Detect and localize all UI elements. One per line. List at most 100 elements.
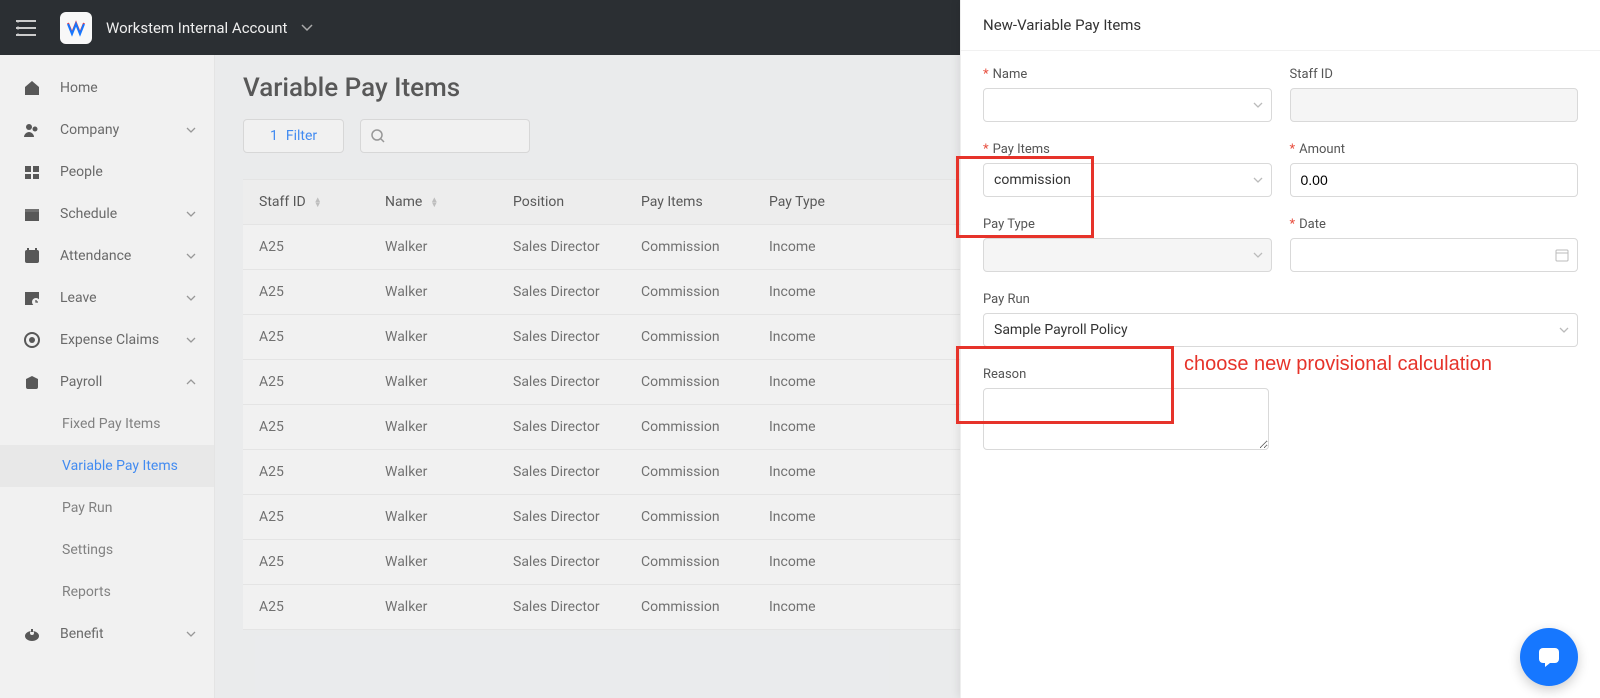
sidebar-subitem-variable-pay-items[interactable]: Variable Pay Items [0, 445, 214, 487]
cell-staff-id: A25 [243, 540, 369, 584]
chevron-down-icon [186, 295, 196, 301]
sidebar-subitem-label: Variable Pay Items [62, 458, 178, 474]
calendar-icon [1555, 248, 1569, 262]
cell-name: Walker [369, 225, 497, 269]
column-header-staff-id[interactable]: Staff ID▲▼ [243, 180, 369, 224]
sidebar-item-schedule[interactable]: Schedule [0, 193, 214, 235]
chevron-down-icon [186, 127, 196, 133]
menu-icon[interactable] [16, 20, 36, 36]
chevron-down-icon [186, 631, 196, 637]
search-input[interactable] [360, 119, 530, 153]
sidebar-subitem-fixed-pay-items[interactable]: Fixed Pay Items [0, 403, 214, 445]
pay-items-value: commission [994, 172, 1071, 188]
chevron-down-icon [186, 211, 196, 217]
search-field[interactable] [385, 129, 519, 144]
app-logo [60, 12, 92, 44]
cell-position: Sales Director [497, 495, 625, 539]
chevron-down-icon [1253, 252, 1263, 258]
sidebar-subitem-settings[interactable]: Settings [0, 529, 214, 571]
sort-icon: ▲▼ [430, 197, 438, 207]
cell-name: Walker [369, 540, 497, 584]
cell-staff-id: A25 [243, 315, 369, 359]
sidebar: Home Company People Schedule Attendance … [0, 55, 215, 698]
cell-position: Sales Director [497, 360, 625, 404]
sidebar-item-label: Home [60, 80, 214, 96]
cell-name: Walker [369, 450, 497, 494]
cell-name: Walker [369, 315, 497, 359]
company-icon [22, 121, 42, 139]
date-picker[interactable] [1290, 238, 1579, 272]
cell-staff-id: A25 [243, 270, 369, 314]
sidebar-subitem-reports[interactable]: Reports [0, 571, 214, 613]
chevron-down-icon[interactable] [301, 24, 313, 32]
name-select[interactable] [983, 88, 1272, 122]
cell-pay-item: Commission [625, 495, 753, 539]
chat-launcher[interactable] [1520, 628, 1578, 686]
field-label-date: Date [1299, 217, 1326, 232]
sidebar-item-benefit[interactable]: Benefit [0, 613, 214, 655]
sidebar-item-leave[interactable]: Leave [0, 277, 214, 319]
filter-label: Filter [286, 128, 317, 144]
cell-position: Sales Director [497, 585, 625, 629]
cell-position: Sales Director [497, 270, 625, 314]
chevron-down-icon [1559, 327, 1569, 333]
pay-items-select[interactable]: commission [983, 163, 1272, 197]
cell-pay-item: Commission [625, 315, 753, 359]
pay-type-select [983, 238, 1272, 272]
drawer-panel: New-Variable Pay Items *Name Staff ID *P… [960, 0, 1600, 698]
field-label-reason: Reason [983, 367, 1026, 382]
sidebar-subitem-label: Fixed Pay Items [62, 416, 160, 432]
staff-id-field [1290, 88, 1579, 122]
sidebar-item-expense-claims[interactable]: Expense Claims [0, 319, 214, 361]
cell-staff-id: A25 [243, 360, 369, 404]
sidebar-item-attendance[interactable]: Attendance [0, 235, 214, 277]
drawer-title: New-Variable Pay Items [961, 0, 1600, 51]
cell-name: Walker [369, 495, 497, 539]
reason-textarea[interactable] [983, 388, 1269, 450]
chevron-down-icon [1253, 177, 1263, 183]
cell-position: Sales Director [497, 540, 625, 584]
sidebar-subitem-label: Settings [62, 542, 113, 558]
cell-staff-id: A25 [243, 225, 369, 269]
cell-position: Sales Director [497, 450, 625, 494]
account-name[interactable]: Workstem Internal Account [106, 19, 287, 37]
cell-pay-item: Commission [625, 585, 753, 629]
field-label-pay-run: Pay Run [983, 292, 1030, 307]
sidebar-item-home[interactable]: Home [0, 67, 214, 109]
filter-button[interactable]: 1 Filter [243, 119, 344, 153]
sidebar-item-payroll[interactable]: Payroll [0, 361, 214, 403]
cell-pay-item: Commission [625, 270, 753, 314]
column-header-name[interactable]: Name▲▼ [369, 180, 497, 224]
cell-pay-item: Commission [625, 405, 753, 449]
people-icon [22, 163, 42, 181]
cell-staff-id: A25 [243, 495, 369, 539]
sidebar-item-label: People [60, 164, 214, 180]
cell-staff-id: A25 [243, 405, 369, 449]
home-icon [22, 79, 42, 97]
amount-field[interactable] [1301, 172, 1568, 188]
schedule-icon [22, 205, 42, 223]
cell-name: Walker [369, 585, 497, 629]
cell-pay-item: Commission [625, 540, 753, 584]
filter-count: 1 [270, 128, 278, 144]
benefit-icon [22, 625, 42, 643]
cell-position: Sales Director [497, 315, 625, 359]
column-header-pay-items: Pay Items [625, 180, 753, 224]
pay-run-value: Sample Payroll Policy [994, 322, 1128, 338]
sidebar-subitem-pay-run[interactable]: Pay Run [0, 487, 214, 529]
sidebar-subitem-label: Pay Run [62, 500, 112, 516]
sidebar-item-people[interactable]: People [0, 151, 214, 193]
payroll-icon [22, 373, 42, 391]
field-label-amount: Amount [1299, 142, 1345, 157]
column-header-position: Position [497, 180, 625, 224]
sidebar-item-company[interactable]: Company [0, 109, 214, 151]
pay-run-select[interactable]: Sample Payroll Policy [983, 313, 1578, 347]
field-label-staff-id: Staff ID [1290, 67, 1333, 82]
field-label-pay-type: Pay Type [983, 217, 1035, 232]
cell-position: Sales Director [497, 405, 625, 449]
amount-input[interactable] [1290, 163, 1579, 197]
cell-name: Walker [369, 360, 497, 404]
chevron-up-icon [186, 379, 196, 385]
sort-icon: ▲▼ [314, 197, 322, 207]
cell-staff-id: A25 [243, 450, 369, 494]
